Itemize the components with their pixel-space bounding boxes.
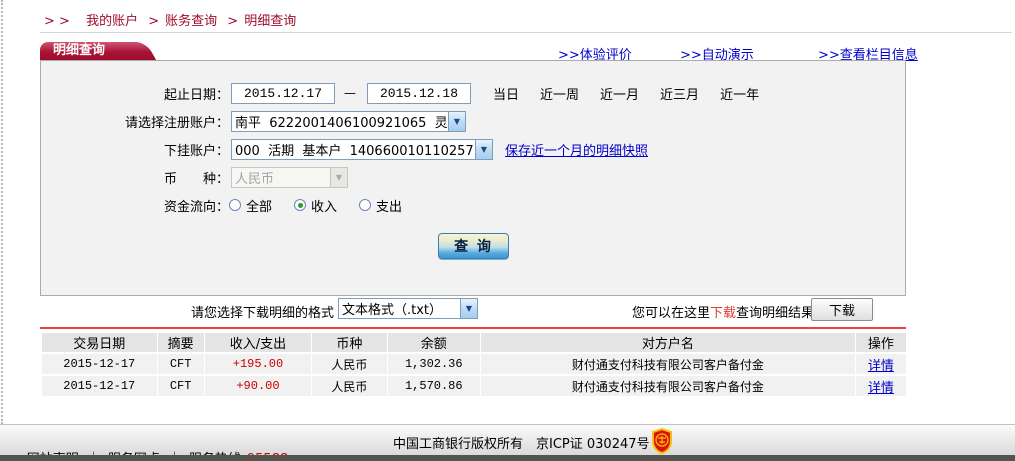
copyright-text: 中国工商银行版权所有 京ICP证 030247号 [393,437,650,452]
table-top-rule [40,327,906,329]
query-form-panel: 起止日期： — 当日 近一周 近一月 近三月 近一年 请选择注册账户： 南平 6… [40,60,906,296]
sub-account-select[interactable]: 000 活期 基本户 1406600101102571848 ▼ [231,138,493,160]
query-button[interactable]: 查 询 [438,233,509,259]
chevron-down-icon: ▼ [460,299,477,318]
breadcrumb: > > 我的账户 > 账务查询 > 明细查询 [44,10,296,29]
registered-account-row: 请选择注册账户： 南平 6222001406100921065 灵通卡 ▼ [41,109,905,133]
cell-currency: 人民币 [312,376,387,396]
quick-range-week[interactable]: 近一周 [540,84,579,103]
flow-option-all-label: 全部 [246,199,273,215]
cell-balance: 1,570.86 [387,376,480,396]
cell-amount: +90.00 [204,376,312,396]
registered-account-value: 南平 6222001406100921065 灵通卡 [235,115,448,131]
table-header-row: 交易日期 摘要 收入/支出 币种 余额 对方户名 操作 [42,333,906,352]
detail-query-page: > > 我的账户 > 账务查询 > 明细查询 明细查询 >>体验评价 >>自动演示 … [0,0,1015,461]
radio-unchecked-icon[interactable] [359,199,372,211]
currency-label: 币 种： [163,171,229,187]
header-action: 操作 [855,333,906,352]
detail-link[interactable]: 详情 [868,359,894,374]
cell-balance: 1,302.36 [387,354,480,374]
registered-account-select[interactable]: 南平 6222001406100921065 灵通卡 ▼ [231,110,466,132]
currency-row: 币 种： 人民币 ▼ [41,165,905,189]
date-range-label: 起止日期： [163,87,229,103]
header-trade-date: 交易日期 [42,333,157,352]
download-hint-before: 您可以在这里 [632,306,711,321]
date-dash: — [344,86,356,100]
cell-summary: CFT [157,376,204,396]
header-balance: 余额 [387,333,480,352]
breadcrumb-detail-query[interactable]: 明细查询 [244,14,296,29]
flow-option-expense[interactable]: 支出 [359,196,402,215]
cell-trade-date: 2015-12-17 [42,354,157,374]
cell-trade-date: 2015-12-17 [42,376,157,396]
chevron-down-icon: ▼ [330,167,347,187]
download-button[interactable]: 下载 [811,298,873,321]
quick-range-month[interactable]: 近一月 [600,84,639,103]
bottom-bar [0,455,1015,461]
date-range-row: 起止日期： — 当日 近一周 近一月 近三月 近一年 [41,81,905,105]
flow-option-income[interactable]: 收入 [294,196,337,215]
download-format-label: 请您选择下载明细的格式 [190,306,334,321]
breadcrumb-my-account[interactable]: 我的账户 [86,14,138,29]
quick-range-year[interactable]: 近一年 [720,84,759,103]
icbc-badge-icon [652,428,672,454]
breadcrumb-separator: > [227,14,239,29]
cell-counterparty: 财付通支付科技有限公司客户备付金 [480,354,855,374]
left-dotted-border [1,0,3,424]
chevron-down-icon: ▼ [448,111,465,131]
quick-range-links: 当日 近一周 近一月 近三月 近一年 [493,84,780,103]
download-inline-link[interactable]: 下载 [710,306,736,321]
currency-value: 人民币 [235,171,275,187]
download-format-select[interactable]: 文本格式（.txt） ▼ [338,298,478,319]
cell-amount: +195.00 [204,354,312,374]
breadcrumb-account-query[interactable]: 账务查询 [165,14,217,29]
breadcrumb-separator: > [148,14,160,29]
radio-unchecked-icon[interactable] [229,199,241,211]
download-row: 请您选择下载明细的格式 文本格式（.txt） ▼ 您可以在这里下载查询明细结果 … [40,298,906,322]
header-counterparty: 对方户名 [480,333,855,352]
fund-flow-row: 资金流向： 全部 收入 支出 [41,193,905,217]
results-table: 交易日期 摘要 收入/支出 币种 余额 对方户名 操作 2015-12-17 C… [41,331,907,398]
quick-range-today[interactable]: 当日 [493,84,519,103]
save-monthly-snapshot-link[interactable]: 保存近一个月的明细快照 [505,140,648,159]
table-row: 2015-12-17 CFT +90.00 人民币 1,570.86 财付通支付… [42,376,906,396]
table-row: 2015-12-17 CFT +195.00 人民币 1,302.36 财付通支… [42,354,906,374]
detail-link[interactable]: 详情 [868,381,894,396]
header-summary: 摘要 [157,333,204,352]
header-currency: 币种 [312,333,387,352]
fund-flow-label: 资金流向： [163,199,229,215]
chevron-down-icon: ▼ [475,139,492,159]
radio-checked-icon[interactable] [294,199,307,211]
header-divider [40,32,1012,33]
sub-account-row: 下挂账户： 000 活期 基本户 1406600101102571848 ▼ 保… [41,137,905,161]
date-to-input[interactable] [367,82,471,104]
sub-account-value: 000 活期 基本户 1406600101102571848 [235,143,475,159]
currency-select-disabled: 人民币 ▼ [231,166,348,188]
quick-range-quarter[interactable]: 近三月 [660,84,699,103]
flow-option-expense-label: 支出 [376,199,403,215]
cell-counterparty: 财付通支付科技有限公司客户备付金 [480,376,855,396]
cell-summary: CFT [157,354,204,374]
footer: 网站声明｜服务网点｜服务热线95588 中国工商银行版权所有 京ICP证 030… [0,424,1015,461]
download-hint: 您可以在这里下载查询明细结果 [632,302,814,321]
download-format-value: 文本格式（.txt） [342,303,443,318]
sub-account-label: 下挂账户： [163,143,229,159]
results-table-wrap: 交易日期 摘要 收入/支出 币种 余额 对方户名 操作 2015-12-17 C… [41,331,907,398]
flow-option-all[interactable]: 全部 [229,196,272,215]
breadcrumb-prefix: > > [44,14,70,29]
header-amount: 收入/支出 [204,333,312,352]
download-hint-after: 查询明细结果 [736,306,815,321]
date-from-input[interactable] [231,82,335,104]
flow-option-income-label: 收入 [311,199,338,215]
cell-currency: 人民币 [312,354,387,374]
tab-detail-query[interactable]: 明细查询 [40,42,137,60]
registered-account-label: 请选择注册账户： [124,115,229,131]
